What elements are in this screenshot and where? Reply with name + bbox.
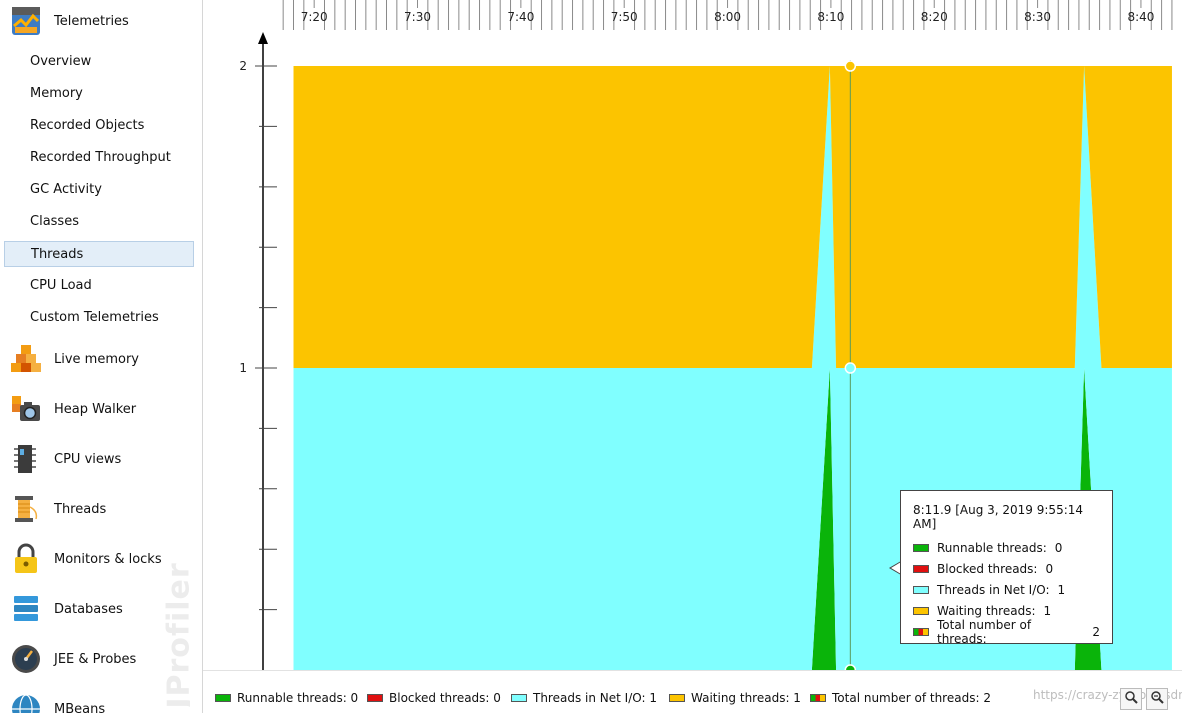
legend-swatch (669, 694, 685, 702)
globe-icon (10, 693, 42, 713)
tooltip-row-label: Threads in Net I/O: (937, 582, 1050, 597)
legend-swatch (511, 694, 527, 702)
y-tick-label: 1 (239, 361, 247, 375)
tooltip-row-value: 0 (1045, 561, 1054, 576)
y-axis: 12 (239, 32, 277, 670)
tooltip-row-label: Total number of threads: (936, 617, 1032, 646)
tooltip-row-runnable: Runnable threads: 0 (913, 537, 1100, 558)
time-axis-label: 7:30 (404, 10, 431, 24)
gauge-icon (10, 643, 42, 675)
sidebar-section-telemetries[interactable]: Telemetries (10, 3, 196, 39)
tooltip-row-value: 1 (1043, 603, 1052, 618)
legend-swatch (215, 694, 231, 702)
sidebar-item-custom-telemetries[interactable]: Custom Telemetries (4, 305, 194, 331)
sidebar-section-label: Heap Walker (54, 401, 137, 417)
tooltip-swatch (913, 606, 929, 615)
legend-label: Threads in Net I/O: 1 (533, 691, 657, 705)
legend-swatch (367, 694, 383, 702)
sidebar-item-recorded-throughput[interactable]: Recorded Throughput (4, 145, 194, 171)
sidebar-section-heap-walker[interactable]: Heap Walker (10, 391, 196, 427)
sidebar-item-overview[interactable]: Overview (4, 49, 194, 75)
legend-item-total[interactable]: Total number of threads: 2 (810, 691, 991, 705)
legend-item-waiting[interactable]: Waiting threads: 1 (669, 691, 801, 705)
live-memory-icon (10, 343, 42, 375)
sidebar-item-memory[interactable]: Memory (4, 81, 194, 107)
time-axis-label: 8:10 (817, 10, 844, 24)
cursor-marker-mid (844, 362, 857, 374)
sidebar-item-classes[interactable]: Classes (4, 209, 194, 235)
sidebar-item-gc-activity[interactable]: GC Activity (4, 177, 194, 203)
time-axis-label: 8:00 (714, 10, 741, 24)
sidebar-item-cpu-load[interactable]: CPU Load (4, 273, 194, 299)
legend-label: Waiting threads: 1 (691, 691, 801, 705)
tooltip-row-value: 1 (1057, 582, 1066, 597)
jprofiler-watermark: JProfiler (161, 562, 190, 709)
magnifier-minus-icon (1150, 690, 1164, 708)
legend-item-net-io[interactable]: Threads in Net I/O: 1 (511, 691, 657, 705)
time-axis-labels: 7:20 7:30 7:40 7:50 8:00 8:10 8:20 8:30 8:40 (301, 10, 1155, 24)
magnifier-plus-icon (1124, 690, 1138, 708)
chart-tooltip: 8:11.9 [Aug 3, 2019 9:55:14 AM] Runnable… (900, 490, 1113, 646)
time-axis-label: 8:40 (1127, 10, 1154, 24)
time-axis-ticks (203, 0, 1182, 58)
y-tick-label: 2 (239, 59, 247, 73)
sidebar-section-cpu-views[interactable]: CPU views (10, 441, 196, 477)
sidebar-section-label: Live memory (54, 351, 139, 367)
tooltip-row-label: Waiting threads: (937, 603, 1036, 618)
zoom-in-button[interactable] (1120, 688, 1142, 710)
sidebar-item-recorded-objects[interactable]: Recorded Objects (4, 113, 194, 139)
sidebar-item-threads[interactable]: Threads (4, 241, 194, 267)
sidebar-section-threads[interactable]: Threads (10, 491, 196, 527)
time-axis-bg (203, 0, 1182, 58)
legend-item-blocked[interactable]: Blocked threads: 0 (367, 691, 501, 705)
sidebar-section-live-memory[interactable]: Live memory (10, 341, 196, 377)
tooltip-title: 8:11.9 [Aug 3, 2019 9:55:14 AM] (913, 503, 1084, 531)
thread-telemetry-panel: 7:20 7:30 7:40 7:50 8:00 8:10 8:20 8:30 8:40 12 … (203, 0, 1182, 714)
time-axis-label: 7:40 (507, 10, 534, 24)
heap-walker-icon (10, 393, 42, 425)
tooltip-row-net-io: Threads in Net I/O: 1 (913, 579, 1100, 600)
time-axis-label: 7:50 (611, 10, 638, 24)
sidebar-section-label: JEE & Probes (54, 651, 137, 667)
sidebar-section-label: Telemetries (54, 13, 129, 29)
tooltip-row-value: 2 (1092, 624, 1100, 639)
legend-label: Total number of threads: 2 (832, 691, 991, 705)
tooltip-row-label: Runnable threads: (937, 540, 1047, 555)
telemetries-icon (10, 5, 42, 37)
tooltip-row-value: 0 (1054, 540, 1063, 555)
tooltip-swatch (913, 564, 929, 573)
database-icon (10, 593, 42, 625)
legend-item-runnable[interactable]: Runnable threads: 0 (215, 691, 358, 705)
tooltip-swatch (913, 543, 929, 552)
tooltip-swatch (913, 585, 929, 594)
tooltip-row-label: Blocked threads: (937, 561, 1038, 576)
sidebar-section-label: Databases (54, 601, 123, 617)
cpu-views-icon (10, 443, 42, 475)
sidebar-section-label: CPU views (54, 451, 122, 467)
tooltip-row-blocked: Blocked threads: 0 (913, 558, 1100, 579)
legend-label: Blocked threads: 0 (389, 691, 501, 705)
sidebar-section-label: Threads (54, 501, 107, 517)
tooltip-row-total: Total number of threads: 2 (913, 618, 1100, 646)
threads-spool-icon (10, 493, 42, 525)
time-axis-label: 8:20 (921, 10, 948, 24)
legend-label: Runnable threads: 0 (237, 691, 359, 705)
time-axis-label: 7:20 (301, 10, 328, 24)
zoom-out-button[interactable] (1146, 688, 1168, 710)
sidebar-section-label: MBeans (54, 701, 106, 714)
sidebar: Telemetries Overview Memory Recorded Obj… (0, 0, 203, 713)
legend-swatch-multicolor (810, 694, 826, 702)
tooltip-swatch-multicolor (913, 627, 929, 636)
sidebar-section-label: Monitors & locks (54, 551, 162, 567)
area-waiting-threads (293, 66, 1172, 369)
lock-icon (10, 543, 42, 575)
cursor-marker-top (844, 60, 857, 72)
time-axis-label: 8:30 (1024, 10, 1051, 24)
